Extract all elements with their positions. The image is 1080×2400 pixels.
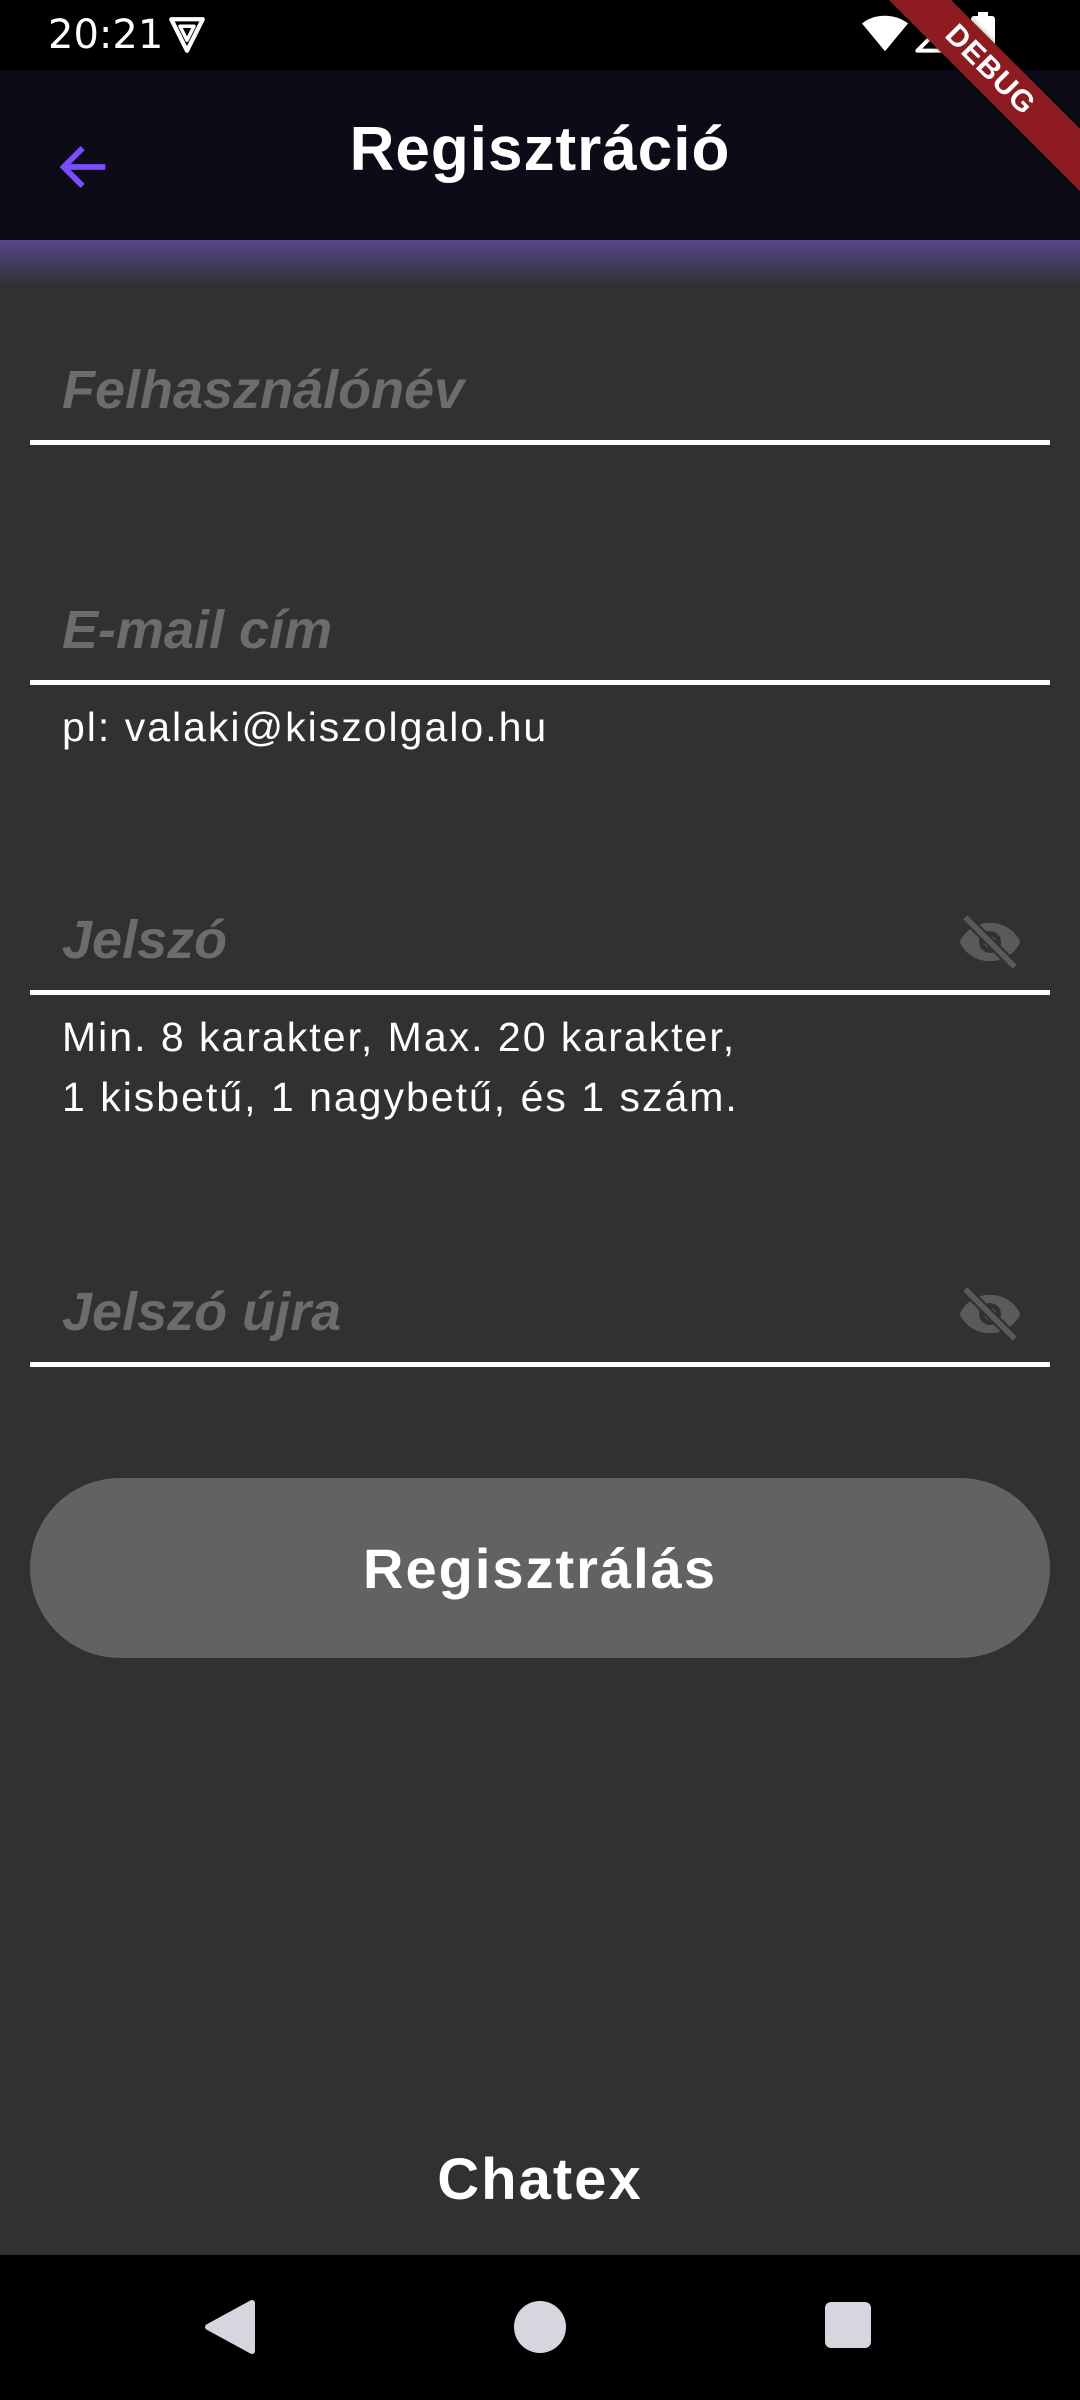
nav-home-icon[interactable]	[514, 2301, 566, 2353]
status-time: 20:21	[48, 12, 164, 58]
password-field[interactable]	[30, 890, 1050, 990]
email-field-group: pl: valaki@kiszolgalo.hu	[30, 580, 1050, 757]
navigation-bar	[0, 2255, 1080, 2400]
username-field[interactable]	[30, 340, 1050, 440]
brand-name: Chatex	[437, 2147, 643, 2212]
password-confirm-visibility-toggle[interactable]	[954, 1284, 1026, 1344]
password-confirm-underline	[30, 1362, 1050, 1367]
nav-back-icon[interactable]	[204, 2299, 256, 2355]
app-bar: Regisztráció	[0, 70, 1080, 240]
username-underline	[30, 440, 1050, 445]
password-underline	[30, 990, 1050, 995]
email-underline	[30, 680, 1050, 685]
nav-recents-icon[interactable]	[825, 2302, 871, 2348]
password-confirm-field[interactable]	[30, 1262, 1050, 1362]
vpn-icon	[169, 17, 205, 53]
registration-screen: 20:21 DEBUG Regisztráció Felhasználónév …	[0, 0, 1080, 2400]
password-field-group: Min. 8 karakter, Max. 20 karakter, 1 kis…	[30, 890, 1050, 1127]
email-helper-text: pl: valaki@kiszolgalo.hu	[62, 704, 549, 750]
register-button[interactable]: Regisztrálás	[30, 1478, 1050, 1658]
page-title: Regisztráció	[349, 115, 731, 184]
password-confirm-field-group	[30, 1262, 1050, 1367]
visibility-off-icon	[959, 1286, 1021, 1342]
username-field-group	[30, 340, 1050, 445]
password-visibility-toggle[interactable]	[954, 912, 1026, 972]
visibility-off-icon	[959, 914, 1021, 970]
wifi-icon	[862, 15, 908, 52]
email-field[interactable]	[30, 580, 1050, 680]
app-bar-shadow	[0, 240, 1080, 286]
password-helper-text: Min. 8 karakter, Max. 20 karakter, 1 kis…	[62, 1014, 739, 1120]
